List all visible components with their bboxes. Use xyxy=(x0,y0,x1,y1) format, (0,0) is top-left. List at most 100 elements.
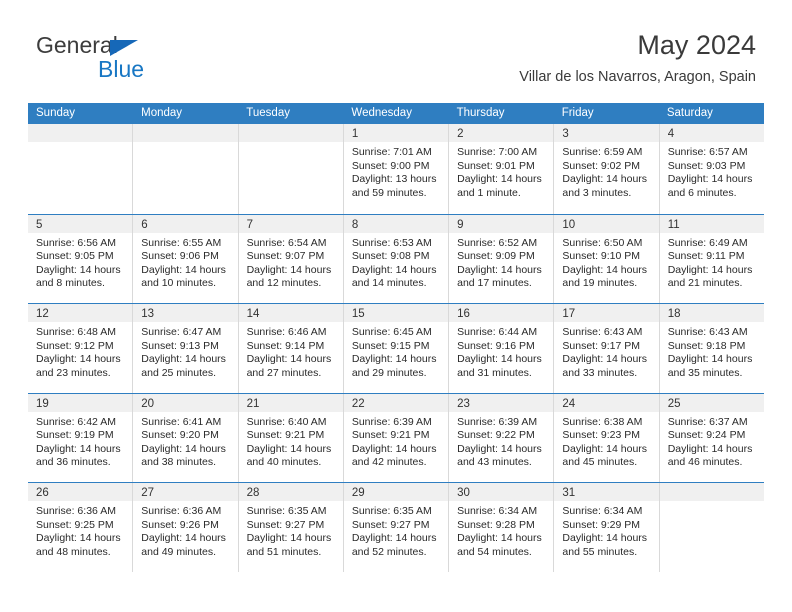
sunrise-text: Sunrise: 7:01 AM xyxy=(351,146,432,158)
day-cell[interactable]: 25 Sunrise: 6:37 AM Sunset: 9:24 PM Dayligh… xyxy=(659,393,764,483)
day-cell[interactable]: 11 Sunrise: 6:49 AM Sunset: 9:11 PM Dayligh… xyxy=(659,214,764,304)
day-cell[interactable]: 7 Sunrise: 6:54 AM Sunset: 9:07 PM Daylight… xyxy=(238,214,344,303)
day-details: Sunrise: 6:44 AM Sunset: 9:16 PM Daylight:… xyxy=(449,322,553,380)
day-number-band xyxy=(28,124,133,142)
day-cell[interactable]: 6 Sunrise: 6:55 AM Sunset: 9:06 PM Daylight… xyxy=(133,214,239,303)
sunrise-text: Sunrise: 6:56 AM xyxy=(36,236,116,249)
day-cell[interactable]: 10 Sunrise: 6:50 AM Sunset: 9:10 PM Dayligh… xyxy=(554,214,660,303)
day-cell[interactable]: 14 Sunrise: 6:46 AM Sunset: 9:14 PM Dayligh… xyxy=(238,304,344,393)
daylight-text: Daylight: 14 hours and 43 minutes. xyxy=(457,442,542,469)
day-details: Sunrise: 6:54 AM Sunset: 9:07 PM Daylight:… xyxy=(239,233,343,291)
sunset-text: Sunset: 9:16 PM xyxy=(457,339,535,352)
day-details: Sunrise: 6:50 AM Sunset: 9:10 PM Daylight:… xyxy=(554,233,658,291)
day-number-band: 15 xyxy=(343,304,449,322)
day-number: 4 xyxy=(667,128,675,140)
day-cell[interactable]: 4 Sunrise: 6:57 AM Sunset: 9:03 PM Daylight… xyxy=(659,124,764,214)
day-cell[interactable]: 23 Sunrise: 6:39 AM Sunset: 9:22 PM Dayligh… xyxy=(449,393,555,482)
sunset-text: Sunset: 9:00 PM xyxy=(351,159,430,172)
daylight-text: Daylight: 14 hours and 1 minute. xyxy=(457,173,542,199)
day-cell[interactable]: 29 Sunrise: 6:35 AM Sunset: 9:27 PM Dayligh… xyxy=(343,483,450,572)
brand-name-general: General xyxy=(36,32,118,58)
sunset-text: Sunset: 9:15 PM xyxy=(351,339,430,352)
day-cell[interactable]: 26 Sunrise: 6:36 AM Sunset: 9:25 PM Dayligh… xyxy=(28,483,134,572)
day-cell[interactable]: 31 Sunrise: 6:34 AM Sunset: 9:29 PM Dayligh… xyxy=(554,483,660,572)
day-details: Sunrise: 6:43 AM Sunset: 9:18 PM Daylight:… xyxy=(660,322,764,380)
sunset-text: Sunset: 9:24 PM xyxy=(667,429,746,442)
sunset-text: Sunset: 9:01 PM xyxy=(457,159,535,172)
day-cell[interactable]: 12 Sunrise: 6:48 AM Sunset: 9:12 PM Dayligh… xyxy=(28,304,134,393)
day-number-band: 14 xyxy=(238,304,343,322)
day-details: Sunrise: 6:49 AM Sunset: 9:11 PM Daylight:… xyxy=(660,233,764,291)
daylight-text: Daylight: 14 hours and 45 minutes. xyxy=(562,442,648,469)
day-number: 23 xyxy=(457,397,470,410)
location-subtitle: Villar de los Navarros, Aragon, Spain xyxy=(519,69,756,85)
sunset-text: Sunset: 9:21 PM xyxy=(351,429,430,442)
day-details: Sunrise: 6:43 AM Sunset: 9:17 PM Daylight:… xyxy=(554,322,658,380)
day-details: Sunrise: 6:41 AM Sunset: 9:20 PM Daylight:… xyxy=(133,412,237,470)
day-cell[interactable]: 19 Sunrise: 6:42 AM Sunset: 9:19 PM Dayligh… xyxy=(28,393,134,482)
day-number: 29 xyxy=(351,487,365,499)
day-cell[interactable]: 16 Sunrise: 6:44 AM Sunset: 9:16 PM Dayligh… xyxy=(449,304,555,393)
day-cell[interactable]: 28 Sunrise: 6:35 AM Sunset: 9:27 PM Dayligh… xyxy=(238,483,344,572)
sunrise-text: Sunrise: 6:40 AM xyxy=(246,415,327,428)
sunset-text: Sunset: 9:09 PM xyxy=(457,250,535,263)
day-details: Sunrise: 6:34 AM Sunset: 9:29 PM Daylight:… xyxy=(554,501,658,559)
day-cell[interactable]: 30 Sunrise: 6:34 AM Sunset: 9:28 PM Dayligh… xyxy=(449,483,555,572)
sunrise-text: Sunrise: 6:49 AM xyxy=(667,236,748,249)
sunset-text: Sunset: 9:12 PM xyxy=(36,339,114,352)
day-number: 25 xyxy=(667,397,681,410)
day-number: 13 xyxy=(141,308,155,320)
day-cell[interactable]: 22 Sunrise: 6:39 AM Sunset: 9:21 PM Dayligh… xyxy=(343,393,450,482)
sunrise-text: Sunrise: 6:41 AM xyxy=(141,415,222,428)
daylight-text: Daylight: 14 hours and 35 minutes. xyxy=(667,353,753,379)
sunset-text: Sunset: 9:14 PM xyxy=(246,339,325,352)
sunset-text: Sunset: 9:22 PM xyxy=(457,429,535,442)
day-number-band: 13 xyxy=(133,304,238,322)
day-cell[interactable]: 20 Sunrise: 6:41 AM Sunset: 9:20 PM Dayligh… xyxy=(133,393,239,482)
daylight-text: Daylight: 14 hours and 3 minutes. xyxy=(562,173,648,199)
day-number: 15 xyxy=(351,308,365,320)
day-number: 19 xyxy=(36,397,49,410)
day-number: 5 xyxy=(36,218,43,231)
weekday-header-saturday: Saturday xyxy=(666,107,713,119)
sunrise-text: Sunrise: 6:54 AM xyxy=(246,236,327,249)
weekday-header-monday: Monday xyxy=(141,107,183,119)
daylight-text: Daylight: 14 hours and 36 minutes. xyxy=(36,442,121,469)
day-cell[interactable]: 8 Sunrise: 6:53 AM Sunset: 9:08 PM Daylight… xyxy=(343,214,450,303)
day-details: Sunrise: 6:45 AM Sunset: 9:15 PM Daylight:… xyxy=(344,322,448,380)
day-cell[interactable]: 17 Sunrise: 6:43 AM Sunset: 9:17 PM Dayligh… xyxy=(554,304,660,393)
day-cell[interactable]: 3 Sunrise: 6:59 AM Sunset: 9:02 PM Daylight… xyxy=(554,124,660,214)
title-block: May 2024 Villar de los Navarros, Aragon,… xyxy=(519,28,756,86)
day-number-band: 9 xyxy=(449,214,554,233)
day-number: 28 xyxy=(246,487,260,499)
day-cell[interactable]: 18 Sunrise: 6:43 AM Sunset: 9:18 PM Dayligh… xyxy=(659,304,764,393)
day-details: Sunrise: 6:37 AM Sunset: 9:24 PM Daylight:… xyxy=(660,412,764,470)
day-cell[interactable]: 24 Sunrise: 6:38 AM Sunset: 9:23 PM Dayligh… xyxy=(554,393,660,482)
day-cell[interactable]: 13 Sunrise: 6:47 AM Sunset: 9:13 PM Dayligh… xyxy=(133,304,239,393)
day-number: 31 xyxy=(562,487,576,499)
triangle-icon xyxy=(110,40,138,56)
day-details: Sunrise: 7:01 AM Sunset: 9:00 PM Daylight:… xyxy=(344,142,448,200)
day-cell[interactable]: 27 Sunrise: 6:36 AM Sunset: 9:26 PM Dayligh… xyxy=(133,483,239,572)
day-cell[interactable]: 2 Sunrise: 7:00 AM Sunset: 9:01 PM Daylight… xyxy=(449,124,555,214)
weekday-header-wednesday: Wednesday xyxy=(351,107,412,119)
week-row: 19 Sunrise: 6:42 AM Sunset: 9:19 PM Dayligh… xyxy=(28,392,764,483)
day-number: 18 xyxy=(667,308,681,320)
sunset-text: Sunset: 9:08 PM xyxy=(351,250,430,263)
daylight-text: Daylight: 14 hours and 23 minutes. xyxy=(36,353,121,379)
day-number-band: 17 xyxy=(554,304,659,322)
day-cell[interactable]: 9 Sunrise: 6:52 AM Sunset: 9:09 PM Daylight… xyxy=(449,214,555,303)
sunrise-text: Sunrise: 6:34 AM xyxy=(457,505,538,517)
day-cell[interactable]: 1 Sunrise: 7:01 AM Sunset: 9:00 PM Daylight… xyxy=(343,124,450,214)
brand-logo[interactable]: General Blue xyxy=(36,32,256,88)
sunset-text: Sunset: 9:20 PM xyxy=(141,429,219,442)
day-cell[interactable]: 5 Sunrise: 6:56 AM Sunset: 9:05 PM Daylight… xyxy=(28,214,134,303)
weekday-header-tuesday: Tuesday xyxy=(246,107,290,119)
day-number-band: 31 xyxy=(554,483,659,501)
sunset-text: Sunset: 9:23 PM xyxy=(562,429,641,442)
day-details: Sunrise: 6:36 AM Sunset: 9:26 PM Daylight:… xyxy=(133,501,237,559)
day-cell[interactable]: 15 Sunrise: 6:45 AM Sunset: 9:15 PM Dayligh… xyxy=(343,304,450,393)
day-cell[interactable]: 21 Sunrise: 6:40 AM Sunset: 9:21 PM Dayligh… xyxy=(238,393,344,482)
day-details: Sunrise: 6:35 AM Sunset: 9:27 PM Daylight:… xyxy=(344,501,448,559)
day-number-band: 21 xyxy=(238,393,343,412)
